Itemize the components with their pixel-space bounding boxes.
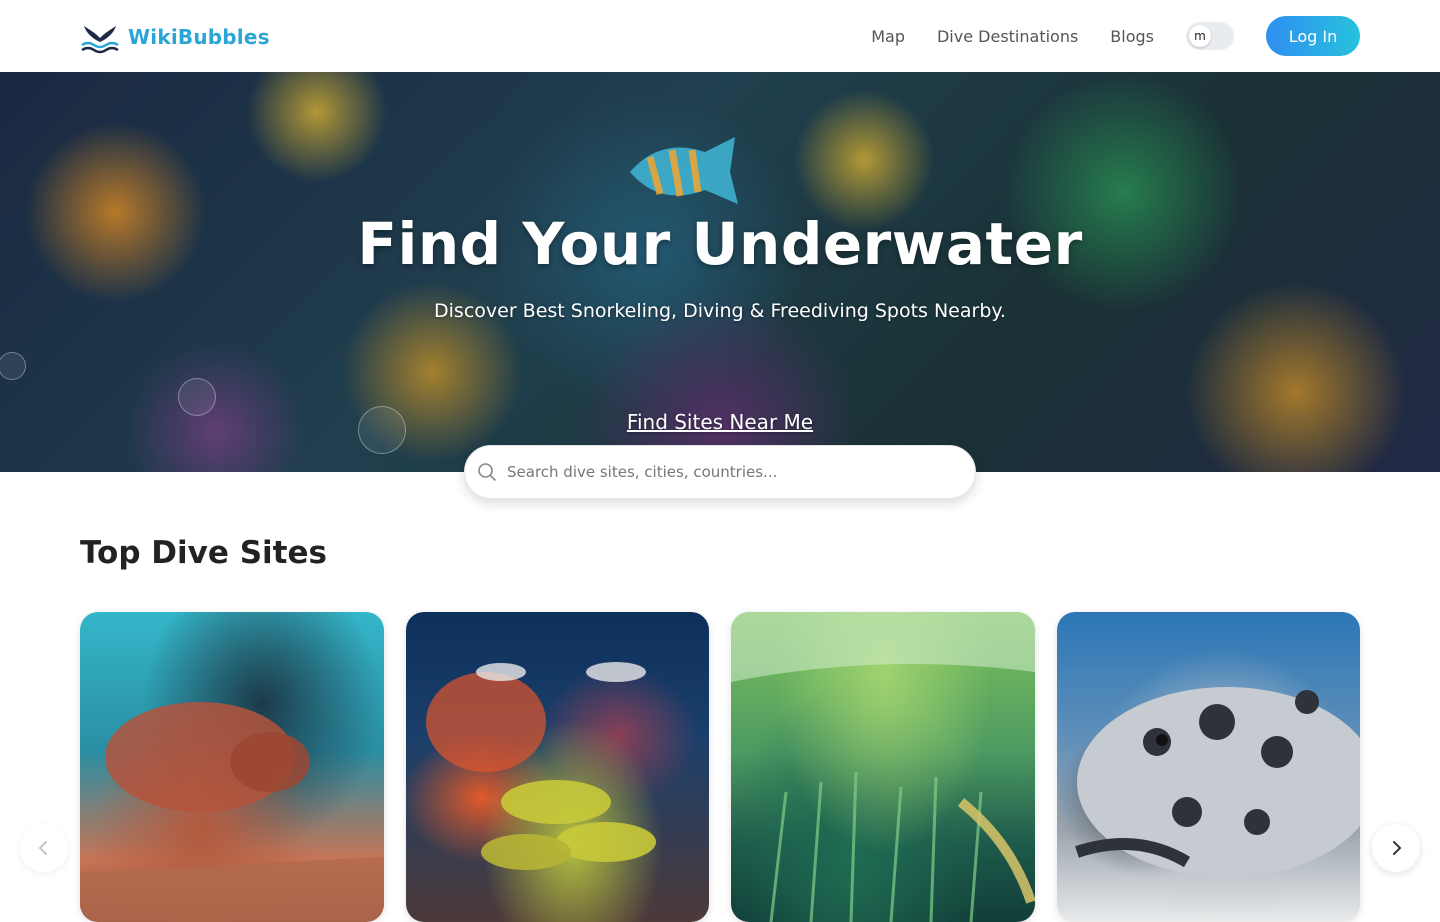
tropical-fish-illustration [630, 137, 738, 204]
dive-site-card[interactable] [80, 612, 384, 922]
logo-link[interactable]: WikiBubbles [80, 20, 270, 54]
search-bar[interactable] [464, 445, 976, 499]
potato-grouper-image [1074, 687, 1360, 877]
dive-site-card[interactable] [731, 612, 1035, 922]
search-input[interactable] [507, 463, 927, 481]
dive-site-card[interactable] [1056, 612, 1360, 922]
theme-toggle-knob: m [1189, 25, 1211, 47]
carousel-next-button[interactable] [1372, 824, 1420, 872]
hero-subtitle: Discover Best Snorkeling, Diving & Freed… [434, 300, 1006, 322]
chevron-left-icon [39, 841, 47, 855]
main-nav: Map Dive Destinations Blogs m Log In [871, 16, 1360, 56]
site-header: WikiBubbles Map Dive Destinations Blogs … [0, 0, 1440, 72]
search-icon [478, 463, 496, 481]
top-dive-sites-heading: Top Dive Sites [80, 535, 327, 571]
logo-text: WikiBubbles [128, 25, 270, 49]
whale-tail-logo-icon [81, 26, 119, 54]
chevron-right-icon [1393, 841, 1401, 855]
seagrass-shallows-image [731, 612, 1035, 922]
find-near-me-container: Find Sites Near Me [0, 410, 1440, 434]
hero-banner: Find Your Underwater Discover Best Snork… [0, 72, 1440, 472]
hero-title: Find Your Underwater [357, 210, 1083, 278]
top-dive-sites-carousel [80, 612, 1360, 922]
sweetlips-school-image [425, 662, 656, 870]
grouper-fish-image [80, 702, 384, 922]
nav-blogs-link[interactable]: Blogs [1110, 27, 1154, 46]
nav-map-link[interactable]: Map [871, 27, 905, 46]
theme-toggle[interactable]: m [1186, 22, 1234, 50]
dive-site-card[interactable] [405, 612, 709, 922]
login-button[interactable]: Log In [1266, 16, 1360, 56]
carousel-prev-button[interactable] [20, 824, 68, 872]
find-sites-near-me-link[interactable]: Find Sites Near Me [627, 410, 813, 434]
nav-dive-destinations-link[interactable]: Dive Destinations [937, 27, 1078, 46]
